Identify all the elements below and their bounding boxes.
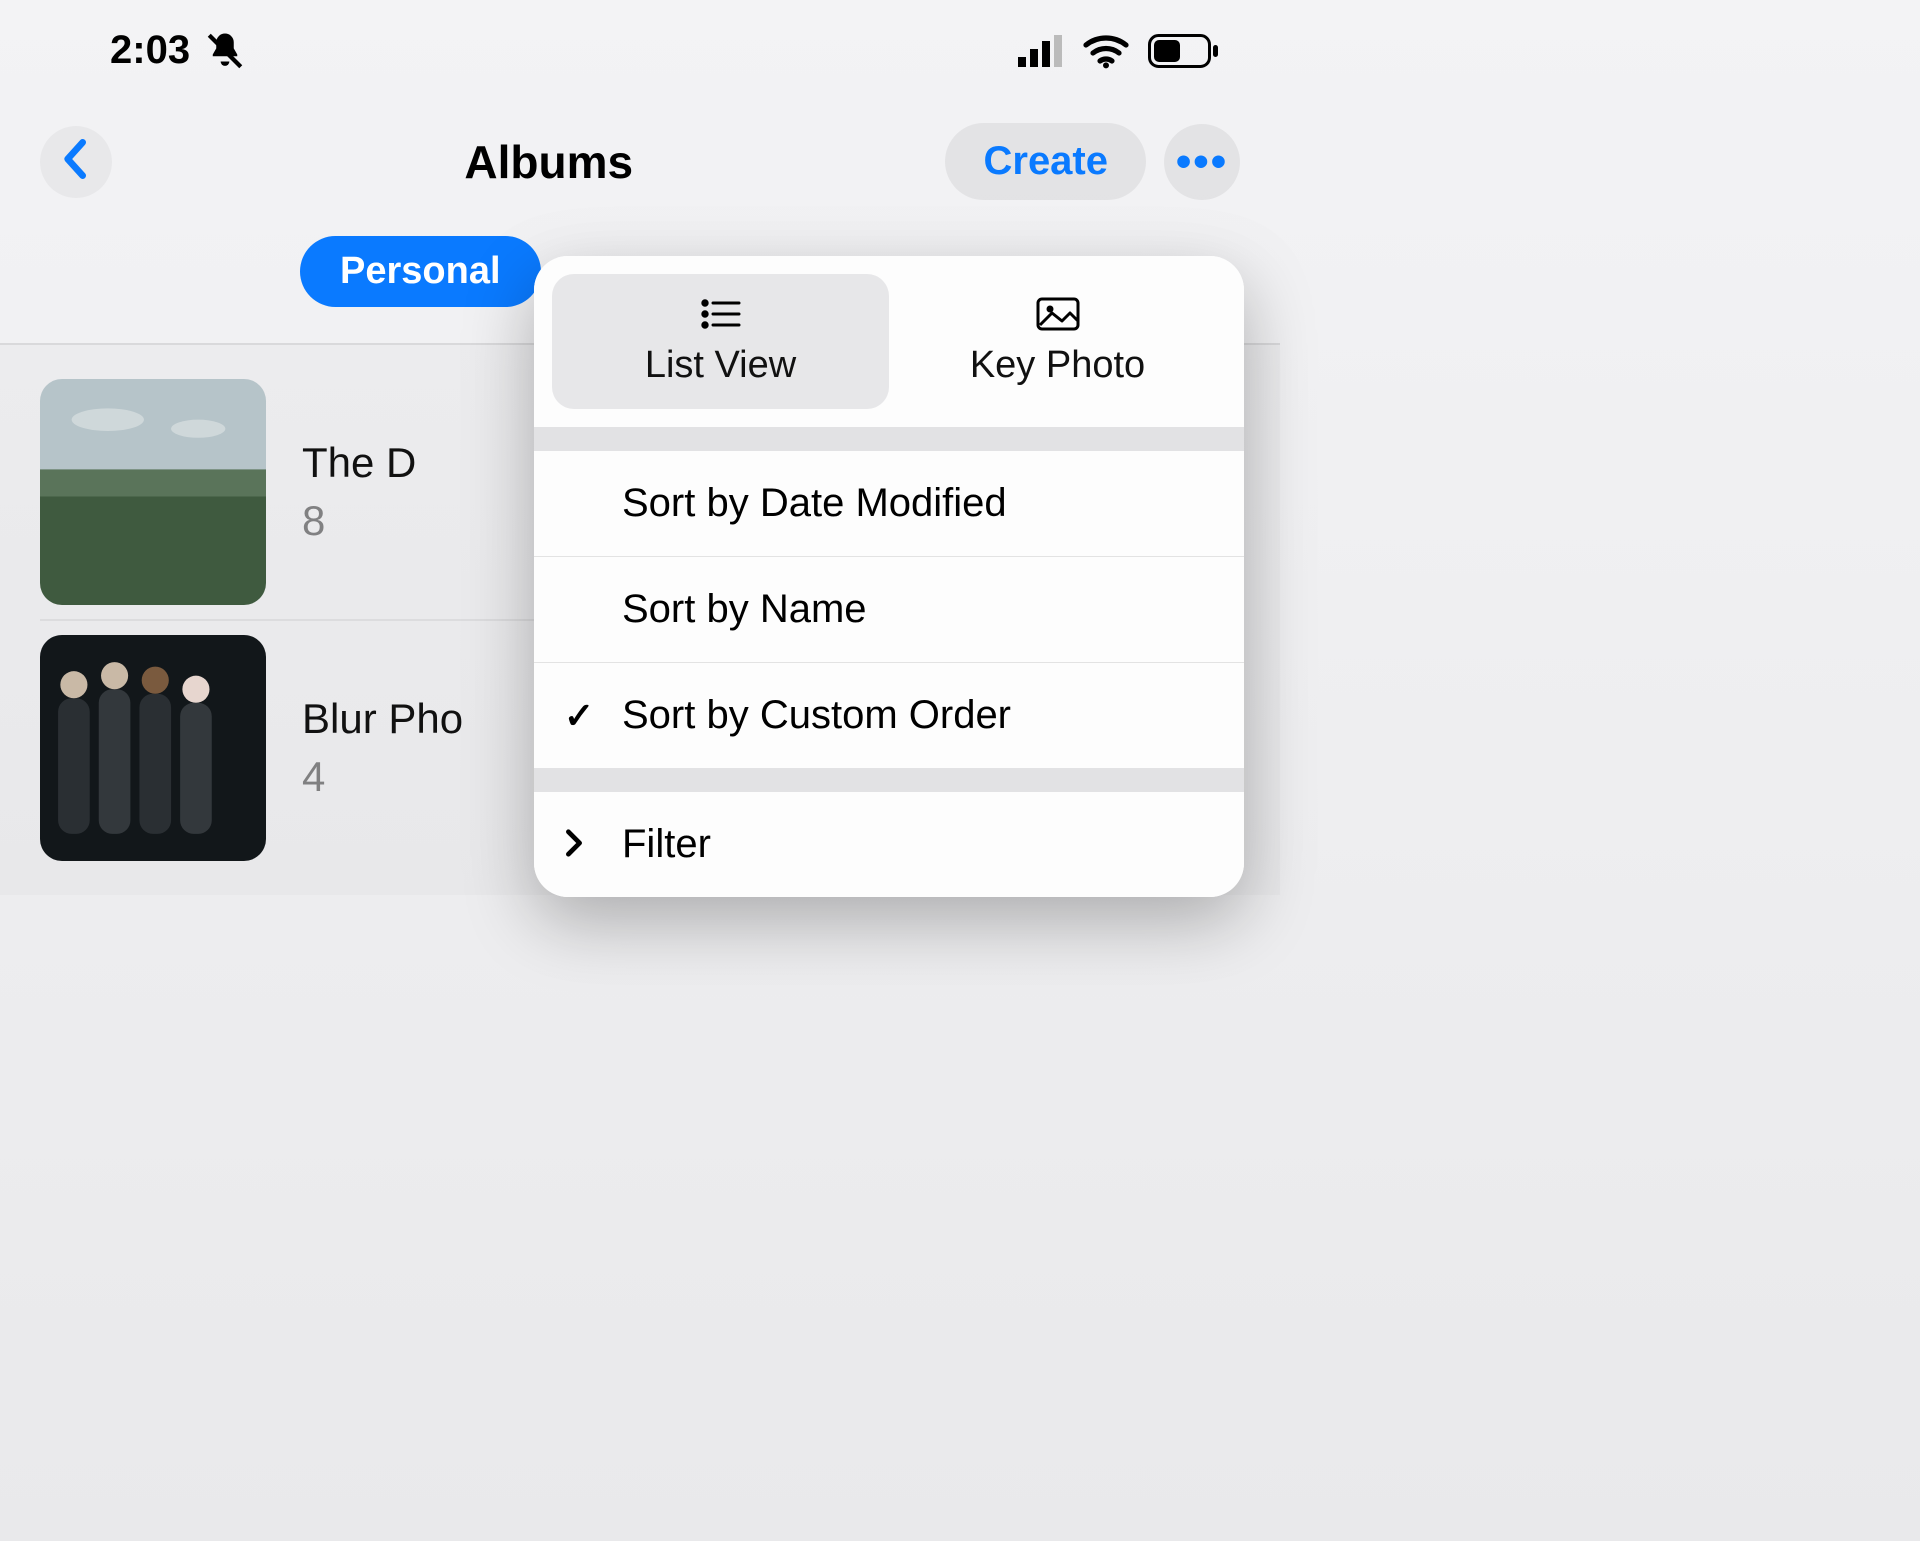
list-icon: [701, 294, 741, 334]
status-time: 2:03: [110, 28, 190, 73]
popover-menu: Sort by Date Modified Sort by Name ✓ Sor…: [534, 451, 1244, 768]
segment-list-view[interactable]: List View: [552, 274, 889, 409]
back-button[interactable]: [40, 126, 112, 198]
menu-label: Sort by Custom Order: [622, 693, 1011, 737]
album-thumbnail: [40, 379, 266, 605]
bell-muted-icon: [204, 30, 246, 72]
wifi-icon: [1082, 33, 1130, 69]
cellular-icon: [1018, 35, 1064, 67]
album-title: Blur Pho: [302, 695, 463, 743]
popover-separator: [534, 768, 1244, 792]
popover-menu-2: Filter: [534, 792, 1244, 897]
chevron-left-icon: [61, 139, 91, 184]
page-title: Albums: [152, 135, 945, 189]
chevron-right-icon: [564, 824, 584, 866]
album-count: 8: [302, 497, 416, 545]
status-left: 2:03: [110, 28, 246, 73]
menu-sort-date-modified[interactable]: Sort by Date Modified: [534, 451, 1244, 557]
segment-key-photo[interactable]: Key Photo: [889, 274, 1226, 409]
menu-label: Sort by Date Modified: [622, 481, 1007, 525]
album-count: 4: [302, 753, 463, 801]
menu-filter[interactable]: Filter: [534, 792, 1244, 897]
status-bar: 2:03: [0, 0, 1280, 83]
album-meta: Blur Pho 4: [302, 695, 463, 801]
options-popover: List View Key Photo Sort by Date Modifie…: [534, 256, 1244, 897]
nav-header: Albums Create •••: [0, 83, 1280, 230]
menu-sort-custom-order[interactable]: ✓ Sort by Custom Order: [534, 663, 1244, 768]
create-button[interactable]: Create: [945, 123, 1146, 200]
menu-label: Sort by Name: [622, 587, 867, 631]
ellipsis-icon: •••: [1176, 137, 1228, 187]
more-button[interactable]: •••: [1164, 124, 1240, 200]
segment-label: Key Photo: [970, 344, 1145, 387]
popover-separator: [534, 427, 1244, 451]
album-thumbnail: [40, 635, 266, 861]
battery-icon: [1148, 34, 1220, 68]
menu-sort-name[interactable]: Sort by Name: [534, 557, 1244, 663]
segment-label: List View: [645, 344, 796, 387]
photo-icon: [1036, 294, 1080, 334]
status-right: [1018, 33, 1220, 69]
album-meta: The D 8: [302, 439, 416, 545]
checkmark-icon: ✓: [564, 695, 594, 737]
menu-label: Filter: [622, 822, 711, 866]
nav-actions: Create •••: [945, 123, 1240, 200]
pill-personal[interactable]: Personal: [300, 236, 541, 307]
album-title: The D: [302, 439, 416, 487]
popover-segments: List View Key Photo: [534, 256, 1244, 427]
